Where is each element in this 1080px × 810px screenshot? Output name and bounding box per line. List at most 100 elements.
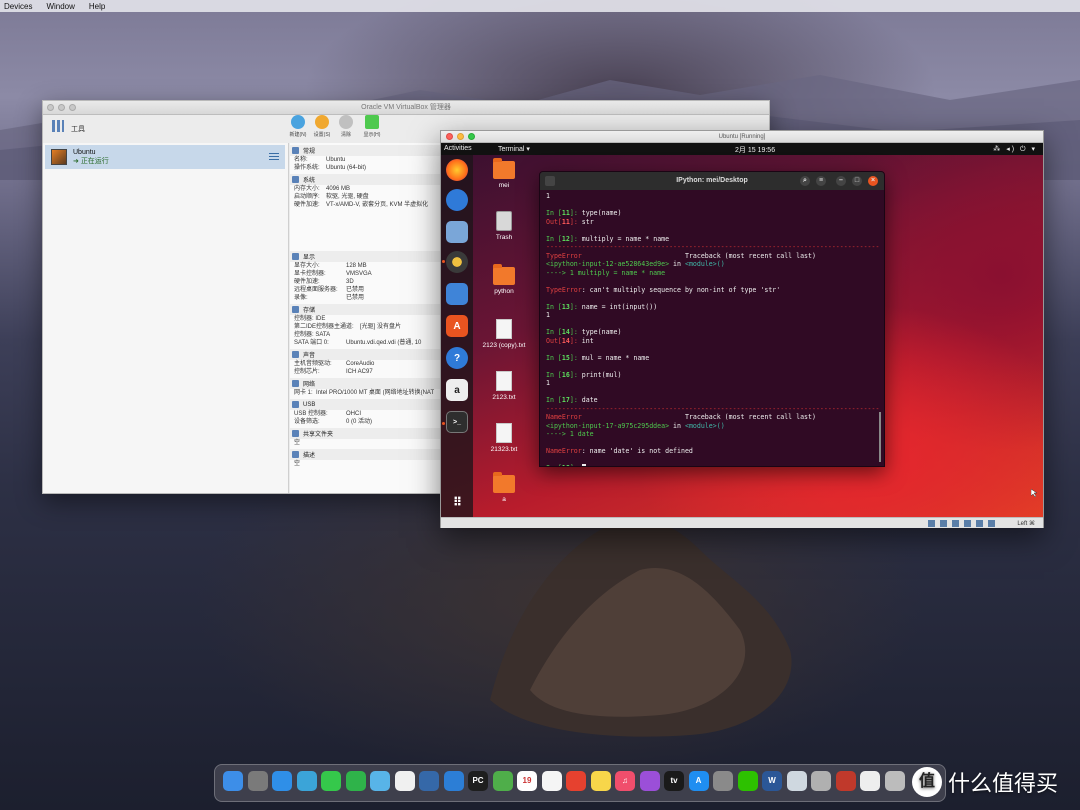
close-button[interactable] [47, 104, 54, 111]
dock-photo-booth-icon[interactable] [835, 771, 856, 791]
section-general[interactable]: 常规 [290, 145, 443, 156]
zoom-button[interactable] [69, 104, 76, 111]
dock-launchpad-icon[interactable] [247, 771, 268, 791]
thunderbird-icon[interactable] [446, 189, 468, 211]
network-icon[interactable] [964, 520, 971, 527]
menu-icon[interactable]: ≡ [816, 176, 826, 186]
desktop-item[interactable]: a [474, 472, 534, 503]
terminal-scrollbar[interactable] [879, 412, 881, 462]
dock-app-store-icon[interactable]: A [688, 771, 709, 791]
amazon-icon[interactable]: a [446, 379, 468, 401]
minimize-button[interactable] [58, 104, 65, 111]
rhythmbox-icon[interactable] [446, 251, 468, 273]
tools-label[interactable]: 工具 [71, 124, 85, 134]
desktop-item[interactable]: 2123 (copy).txt [474, 319, 534, 349]
dock-tv-icon[interactable]: tv [664, 771, 684, 791]
section-network[interactable]: 网络 [290, 378, 443, 389]
firefox-icon[interactable] [446, 159, 468, 181]
section-shared-folders[interactable]: 共享文件夹 [290, 428, 443, 439]
new-tab-icon[interactable] [545, 176, 555, 186]
dock-system-preferences-icon[interactable] [713, 771, 733, 791]
show-button[interactable]: 显示(H) [361, 115, 383, 138]
dock-photos-icon[interactable] [296, 771, 317, 791]
tools-icon[interactable] [51, 118, 65, 134]
minimize-button[interactable] [457, 133, 464, 140]
text-file-icon [496, 371, 512, 391]
dock-podcasts-icon[interactable] [639, 771, 660, 791]
dock-documents-icon[interactable] [860, 771, 880, 791]
display-icon[interactable] [988, 520, 995, 527]
desktop-item[interactable]: 2123.txt [474, 371, 534, 401]
desktop-item[interactable]: python [474, 264, 534, 295]
dock-preview-icon[interactable] [786, 771, 807, 791]
new-button[interactable]: 新建(N) [287, 115, 309, 138]
dock-maps-icon[interactable] [370, 771, 390, 791]
dock-chrome-icon[interactable] [566, 771, 586, 791]
dock-calendar-icon[interactable]: 19 [517, 771, 537, 791]
terminal-line: TypeError Traceback (most recent call la… [546, 251, 816, 260]
vm-list-item-ubuntu[interactable]: Ubuntu ➜ 正在运行 [45, 145, 285, 169]
dock-notes-icon[interactable] [590, 771, 611, 791]
section-system[interactable]: 系统 [290, 174, 443, 185]
settings-button[interactable]: 设置(S) [311, 115, 333, 138]
clock[interactable]: 2月 15 19:56 [735, 145, 775, 155]
search-icon[interactable]: ⌕ [800, 176, 810, 186]
dock-safari-icon[interactable] [272, 771, 292, 791]
writer-icon[interactable] [446, 283, 468, 305]
dock-pycharm-icon[interactable]: PC [468, 771, 488, 791]
system-tray[interactable]: ⁂ ◂) ⏻ ▾ [993, 145, 1037, 154]
usb-icon[interactable] [976, 520, 983, 527]
menu-help[interactable]: Help [89, 2, 105, 11]
app-menu[interactable]: Terminal ▾ [498, 145, 530, 153]
section-usb[interactable]: USB [290, 399, 443, 410]
mac-menubar: Devices Window Help [0, 0, 1080, 12]
section-description[interactable]: 描述 [290, 449, 443, 460]
terminal-line: NameError Traceback (most recent call la… [546, 413, 816, 421]
minimize-icon[interactable]: – [836, 176, 846, 186]
vm-details-pane: 常规 名称: Ubuntu 操作系统: Ubuntu (64-bit) 系统 内存大… [290, 143, 443, 493]
dock-wechat-icon[interactable] [737, 771, 758, 791]
close-icon[interactable]: × [868, 176, 878, 186]
ipython-terminal-window[interactable]: IPython: mei/Desktop ⌕ ≡ – □ × 1 In [11]… [539, 171, 885, 467]
activities-button[interactable]: Activities [444, 145, 472, 152]
dock-photos-app-icon[interactable] [394, 771, 415, 791]
desktop-item[interactable]: 21323.txt [474, 423, 534, 453]
dock-growl-icon[interactable] [492, 771, 513, 791]
files-icon[interactable] [446, 221, 468, 243]
terminal-output[interactable]: 1 In [11]: type(name) Out[11]: str In [12… [540, 190, 884, 466]
maximize-icon[interactable]: □ [852, 176, 862, 186]
dock-reminders-icon[interactable] [541, 771, 562, 791]
software-icon[interactable]: A [446, 315, 468, 337]
menu-window[interactable]: Window [46, 2, 74, 11]
terminal-icon[interactable]: >_ [446, 411, 468, 433]
vm-menu-icon[interactable] [269, 153, 279, 161]
terminal-line: ----> 1 date [546, 430, 594, 438]
optical-icon[interactable] [940, 520, 947, 527]
desktop-item[interactable]: Trash [474, 211, 534, 241]
dock-facetime-icon[interactable] [345, 771, 366, 791]
zoom-button[interactable] [468, 133, 475, 140]
close-button[interactable] [446, 133, 453, 140]
dock-word-icon[interactable]: W [762, 771, 782, 791]
section-display[interactable]: 显示 [290, 251, 443, 262]
hdd-icon[interactable] [928, 520, 935, 527]
dock-vscode-icon[interactable] [443, 771, 464, 791]
dock-music-icon[interactable]: ♫ [615, 771, 635, 791]
audio-icon[interactable] [952, 520, 959, 527]
dock-virtualbox-icon[interactable] [419, 771, 439, 791]
dock-trash-icon[interactable] [884, 771, 905, 791]
dock-messages-icon[interactable] [321, 771, 341, 791]
terminal-line: In [16]: print(mul) [546, 370, 622, 379]
section-audio[interactable]: 声音 [290, 349, 443, 360]
dock-finder-icon[interactable] [223, 771, 243, 791]
discard-button[interactable]: 清除 [335, 115, 357, 138]
help-icon[interactable]: ? [446, 347, 468, 369]
show-apps-icon[interactable]: ⠿ [446, 491, 468, 513]
section-storage[interactable]: 存储 [290, 304, 443, 315]
desktop-item[interactable]: mei [474, 158, 534, 189]
menu-devices[interactable]: Devices [4, 2, 32, 11]
dock-dvd-player-icon[interactable] [811, 771, 831, 791]
